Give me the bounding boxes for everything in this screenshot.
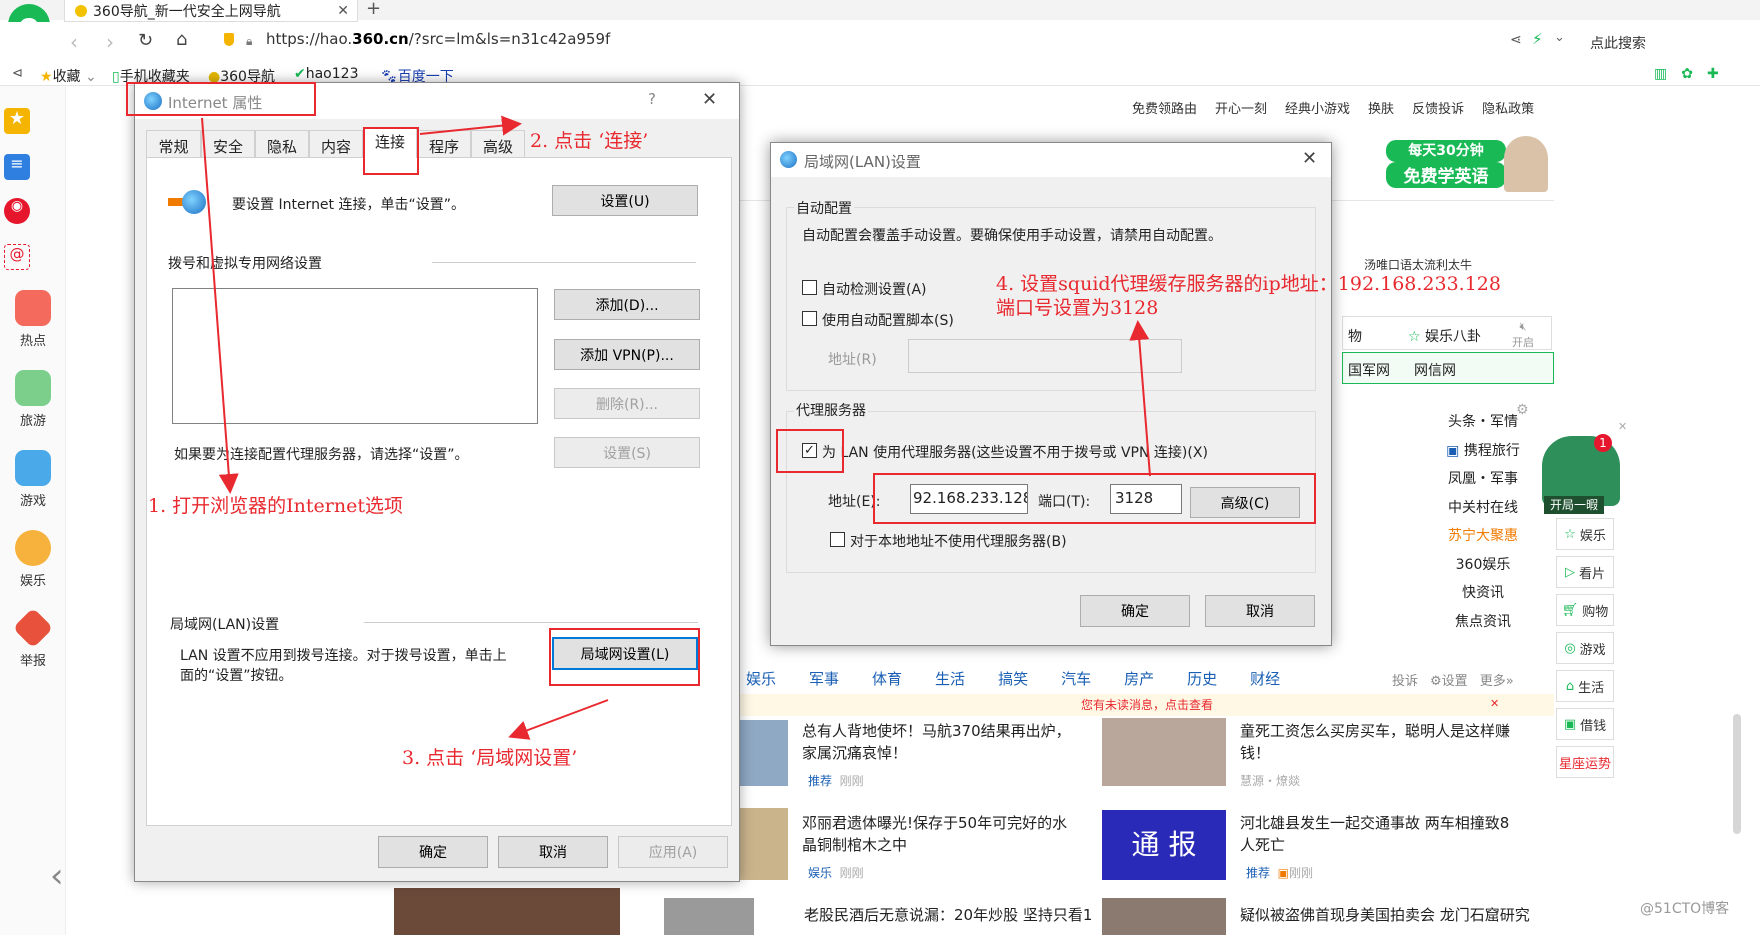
annotation-arrows [201,115,1151,740]
arrow-step1 [201,117,239,494]
arrow-step2 [419,115,522,136]
arrow-step4 [1129,320,1151,477]
arrow-step3 [508,699,609,740]
